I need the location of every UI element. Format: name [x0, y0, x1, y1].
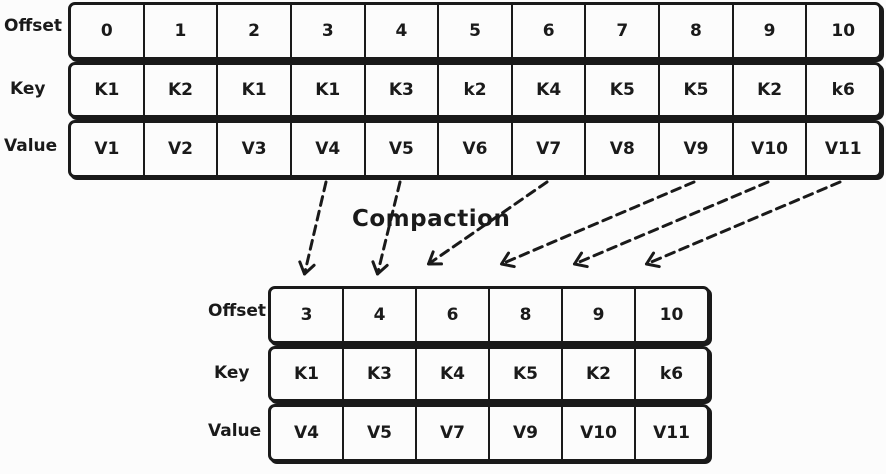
bottom-key-cell: k6 — [659, 364, 684, 384]
arrow-line — [573, 180, 770, 266]
bottom-offset-cell: 9 — [563, 289, 636, 341]
bottom-value-cell: V11 — [653, 423, 690, 443]
bottom-key-cell: K1 — [271, 349, 344, 399]
bottom-value-label: Value — [208, 421, 262, 441]
bottom-key-label: Key — [214, 363, 250, 383]
compaction-diagram: Offset Key Value 0 1 2 3 4 5 6 7 8 9 10 K1 K2 K1 K1 K3… — [0, 0, 886, 474]
compaction-arrows — [298, 180, 842, 276]
bottom-offset-cell: 10 — [659, 305, 684, 325]
bottom-value-cell: V10 — [563, 407, 636, 459]
bottom-key-row: K1 K3 K4 K5 K2 k6 — [268, 346, 710, 402]
arrow-line — [303, 180, 328, 276]
bottom-offset-label: Offset — [208, 301, 266, 321]
bottom-offset-cell: 8 — [490, 289, 563, 341]
bottom-offset-row: 3 4 6 8 9 10 — [268, 286, 710, 344]
bottom-value-cell: V7 — [417, 407, 490, 459]
bottom-key-cell: K2 — [563, 349, 636, 399]
bottom-offset-cell: 6 — [417, 289, 490, 341]
bottom-key-cell: K5 — [490, 349, 563, 399]
arrow-line — [376, 180, 402, 276]
bottom-offset-cell: 3 — [271, 289, 344, 341]
arrow-line — [645, 180, 842, 266]
bottom-offset-cell: 4 — [344, 289, 417, 341]
bottom-value-cell: V5 — [344, 407, 417, 459]
bottom-value-cell: V9 — [490, 407, 563, 459]
bottom-key-cell: K3 — [344, 349, 417, 399]
bottom-value-row: V4 V5 V7 V9 V10 V11 — [268, 404, 710, 462]
bottom-value-cell: V4 — [271, 407, 344, 459]
bottom-key-cell: K4 — [417, 349, 490, 399]
